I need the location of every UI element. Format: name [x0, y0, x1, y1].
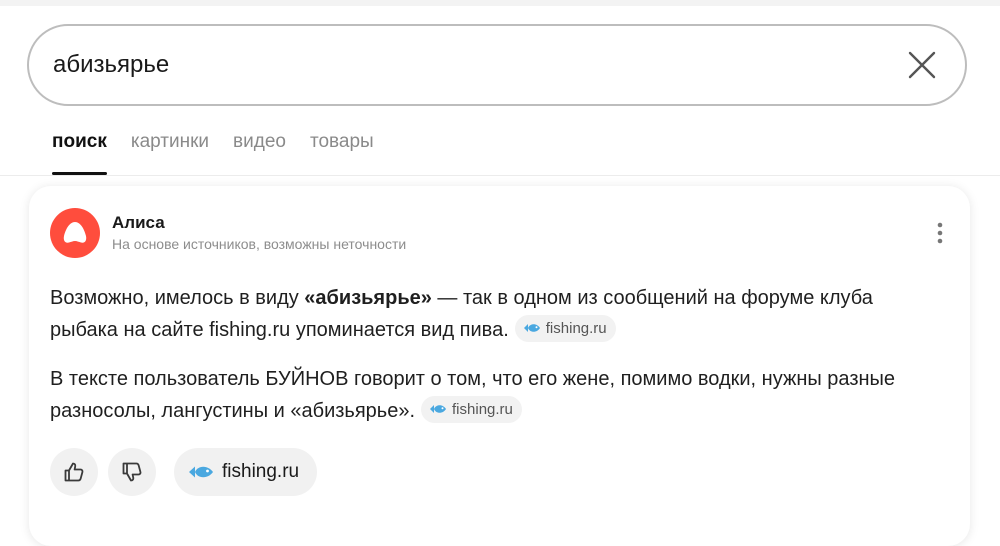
close-icon[interactable]	[907, 50, 937, 80]
dislike-button[interactable]	[108, 448, 156, 496]
highlighted-term: «абизьярье»	[304, 287, 432, 309]
search-bar[interactable]	[27, 24, 967, 106]
search-input[interactable]	[53, 26, 893, 104]
answer-paragraph-1: Возможно, имелось в виду «абизьярье» — т…	[50, 287, 873, 342]
tab-images[interactable]: картинки	[131, 130, 209, 174]
source-chip[interactable]: fishing.ru	[421, 395, 522, 423]
source-label: fishing.ru	[222, 461, 300, 482]
answer-actions: fishing.ru	[50, 448, 318, 496]
alice-disclaimer: На основе источников, возможны неточност…	[112, 236, 407, 252]
more-options-icon[interactable]	[936, 220, 944, 248]
tab-video[interactable]: видео	[233, 130, 286, 174]
alice-answer-card: Алиса На основе источников, возможны нет…	[29, 186, 970, 546]
tab-search[interactable]: поиск	[52, 130, 107, 175]
like-button[interactable]	[50, 448, 98, 496]
thumb-down-icon	[122, 462, 142, 482]
fish-icon	[189, 466, 213, 478]
source-button[interactable]: fishing.ru	[174, 448, 318, 496]
answer-paragraph-2: В тексте пользователь БУЙНОВ говорит о т…	[50, 368, 896, 423]
alice-name: Алиса	[112, 213, 165, 232]
tabs-divider	[0, 175, 1000, 176]
thumb-up-icon	[64, 462, 84, 482]
tab-products[interactable]: товары	[310, 130, 374, 174]
fish-icon	[523, 324, 540, 332]
top-strip	[0, 0, 1000, 6]
alice-logo	[50, 208, 100, 258]
fish-icon	[430, 405, 447, 413]
search-tabs: поиск картинки видео товары	[52, 130, 374, 175]
source-chip[interactable]: fishing.ru	[514, 314, 616, 342]
